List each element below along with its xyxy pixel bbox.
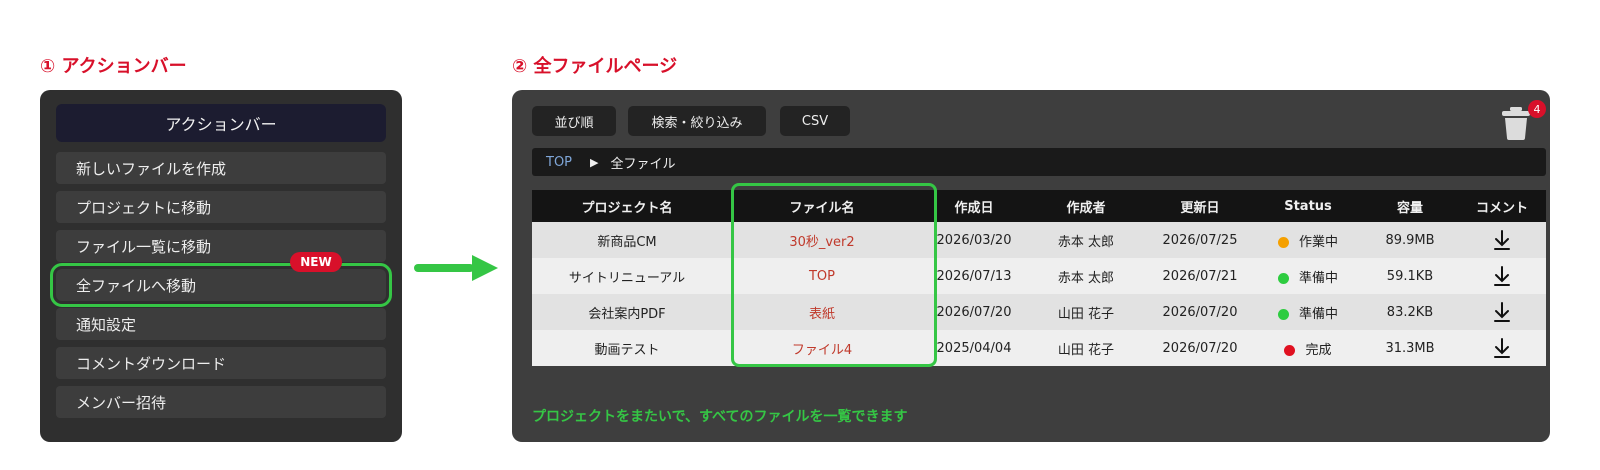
status-dot-icon (1277, 272, 1289, 284)
breadcrumb-separator-icon: ▶ (590, 155, 599, 169)
new-badge: NEW (290, 252, 342, 272)
created-date-cell: 2026/07/13 (922, 258, 1026, 294)
all-files-panel: 並び順 検索・絞り込み CSV 4 TOP ▶ 全ファイル プロジェクト名 ファ… (512, 90, 1550, 442)
status-dot-icon (1284, 344, 1296, 356)
status-label: 準備中 (1298, 270, 1338, 286)
table-row[interactable]: 動画テスト ファイル4 2025/04/04 山田 花子 2026/07/20 … (532, 330, 1546, 366)
status-label: 作業中 (1298, 234, 1338, 250)
right-arrow-icon (414, 255, 498, 281)
author-cell: 山田 花子 (1026, 330, 1146, 366)
created-date-cell: 2026/07/20 (922, 294, 1026, 330)
status-cell: 完成 (1254, 330, 1362, 366)
comment-cell (1458, 222, 1546, 258)
caption-text: プロジェクトをまたいで、すべてのファイルを一覧できます (532, 409, 908, 425)
size-cell: 89.9MB (1362, 222, 1458, 258)
file-name-link[interactable]: TOP (722, 258, 922, 294)
download-icon[interactable] (1493, 265, 1511, 287)
breadcrumb: TOP ▶ 全ファイル (532, 148, 1546, 176)
menu-item-new-file[interactable]: 新しいファイルを作成 (56, 152, 386, 184)
section-title-all-files: ② 全ファイルページ (512, 56, 678, 77)
action-bar-header: アクションバー (56, 104, 386, 142)
comment-cell (1458, 294, 1546, 330)
table-header-row: プロジェクト名 ファイル名 作成日 作成者 更新日 Status 容量 コメント (532, 190, 1546, 222)
file-name-link[interactable]: ファイル4 (722, 330, 922, 366)
breadcrumb-current: 全ファイル (610, 156, 676, 172)
status-cell: 準備中 (1254, 294, 1362, 330)
breadcrumb-root-link[interactable]: TOP (546, 155, 572, 170)
column-header-created[interactable]: 作成日 (922, 190, 1026, 222)
created-date-cell: 2025/04/04 (922, 330, 1026, 366)
status-dot-icon (1277, 236, 1289, 248)
status-cell: 作業中 (1254, 222, 1362, 258)
action-bar-panel: アクションバー 新しいファイルを作成 プロジェクトに移動 ファイル一覧に移動 全… (40, 90, 402, 442)
csv-button[interactable]: CSV (780, 106, 850, 136)
project-cell: 動画テスト (532, 330, 722, 366)
files-table: プロジェクト名 ファイル名 作成日 作成者 更新日 Status 容量 コメント… (532, 190, 1546, 366)
updated-date-cell: 2026/07/20 (1146, 294, 1254, 330)
menu-item-all-files[interactable]: 全ファイルへ移動 (50, 263, 392, 307)
size-cell: 59.1KB (1362, 258, 1458, 294)
size-cell: 31.3MB (1362, 330, 1458, 366)
project-cell: サイトリニューアル (532, 258, 722, 294)
status-cell: 準備中 (1254, 258, 1362, 294)
trash-count-badge: 4 (1528, 100, 1546, 118)
file-name-link[interactable]: 表紙 (722, 294, 922, 330)
download-icon[interactable] (1493, 337, 1511, 359)
section-title-action-bar: ① アクションバー (40, 56, 187, 77)
project-cell: 新商品CM (532, 222, 722, 258)
download-icon[interactable] (1493, 229, 1511, 251)
comment-cell (1458, 330, 1546, 366)
updated-date-cell: 2026/07/25 (1146, 222, 1254, 258)
table-row[interactable]: サイトリニューアル TOP 2026/07/13 赤本 太郎 2026/07/2… (532, 258, 1546, 294)
file-name-link[interactable]: 30秒_ver2 (722, 222, 922, 258)
status-dot-icon (1277, 308, 1289, 320)
project-cell: 会社案内PDF (532, 294, 722, 330)
menu-item-comment-download[interactable]: コメントダウンロード (56, 347, 386, 379)
column-header-project[interactable]: プロジェクト名 (532, 190, 722, 222)
comment-cell (1458, 258, 1546, 294)
status-label: 完成 (1305, 342, 1332, 358)
column-header-status[interactable]: Status (1254, 190, 1362, 222)
menu-item-notification-settings[interactable]: 通知設定 (56, 308, 386, 340)
column-header-file[interactable]: ファイル名 (722, 190, 922, 222)
created-date-cell: 2026/03/20 (922, 222, 1026, 258)
menu-item-go-project[interactable]: プロジェクトに移動 (56, 191, 386, 223)
column-header-comment[interactable]: コメント (1458, 190, 1546, 222)
updated-date-cell: 2026/07/20 (1146, 330, 1254, 366)
search-filter-button[interactable]: 検索・絞り込み (628, 106, 766, 136)
column-header-author[interactable]: 作成者 (1026, 190, 1146, 222)
table-row[interactable]: 会社案内PDF 表紙 2026/07/20 山田 花子 2026/07/20 準… (532, 294, 1546, 330)
column-header-size[interactable]: 容量 (1362, 190, 1458, 222)
size-cell: 83.2KB (1362, 294, 1458, 330)
author-cell: 山田 花子 (1026, 294, 1146, 330)
author-cell: 赤本 太郎 (1026, 258, 1146, 294)
page-root: ① アクションバー ② 全ファイルページ アクションバー 新しいファイルを作成 … (0, 0, 1600, 470)
menu-item-invite-member[interactable]: メンバー招待 (56, 386, 386, 418)
column-header-updated[interactable]: 更新日 (1146, 190, 1254, 222)
table-row[interactable]: 新商品CM 30秒_ver2 2026/03/20 赤本 太郎 2026/07/… (532, 222, 1546, 258)
sort-button[interactable]: 並び順 (532, 106, 616, 136)
download-icon[interactable] (1493, 301, 1511, 323)
author-cell: 赤本 太郎 (1026, 222, 1146, 258)
status-label: 準備中 (1298, 306, 1338, 322)
updated-date-cell: 2026/07/21 (1146, 258, 1254, 294)
